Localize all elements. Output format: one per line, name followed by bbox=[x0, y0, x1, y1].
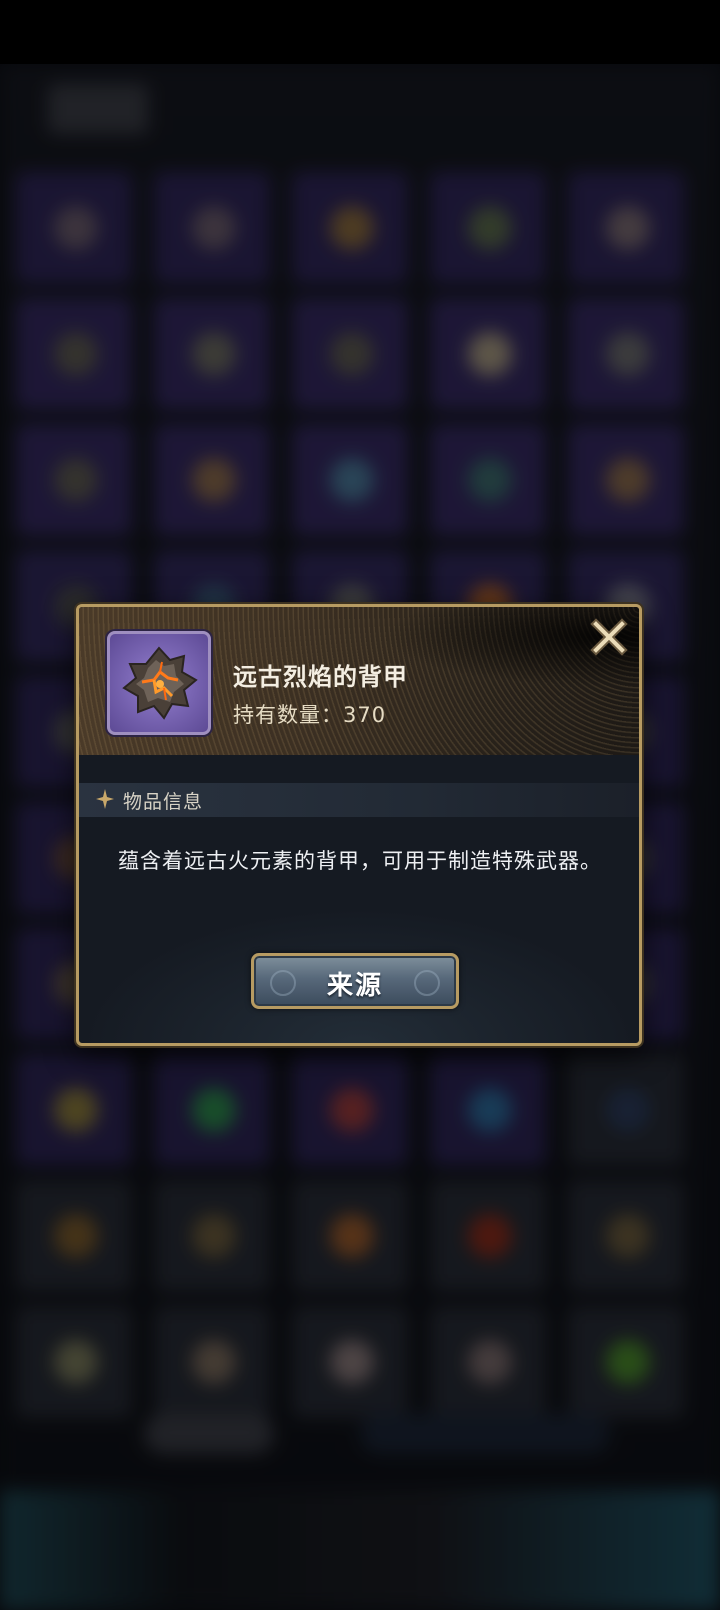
section-title: 物品信息 bbox=[123, 791, 204, 813]
item-info-section-header: 物品信息 bbox=[79, 783, 639, 817]
status-bar bbox=[0, 0, 720, 64]
item-icon-frame bbox=[107, 631, 211, 735]
item-count-label: 持有数量： bbox=[233, 703, 343, 727]
game-screen: 远古烈焰的背甲 持有数量：370 物品信息 蕴含着远古火元素的背甲，可用于制造特… bbox=[0, 0, 720, 1610]
dialog-header: 远古烈焰的背甲 持有数量：370 bbox=[79, 607, 639, 755]
source-button[interactable]: 来源 bbox=[251, 953, 459, 1009]
item-description: 蕴含着远古火元素的背甲，可用于制造特殊武器。 bbox=[118, 849, 602, 873]
item-count: 持有数量：370 bbox=[233, 699, 386, 729]
item-name: 远古烈焰的背甲 bbox=[233, 663, 408, 691]
item-detail-dialog: 远古烈焰的背甲 持有数量：370 物品信息 蕴含着远古火元素的背甲，可用于制造特… bbox=[76, 604, 642, 1046]
close-icon[interactable] bbox=[589, 617, 629, 657]
flame-rock-shell-icon bbox=[122, 646, 198, 720]
button-swirl-ornament bbox=[270, 970, 296, 996]
source-button-label: 来源 bbox=[326, 971, 383, 1001]
sparkle-star-icon bbox=[96, 789, 114, 809]
button-swirl-ornament bbox=[414, 970, 440, 996]
item-count-value: 370 bbox=[343, 703, 387, 727]
